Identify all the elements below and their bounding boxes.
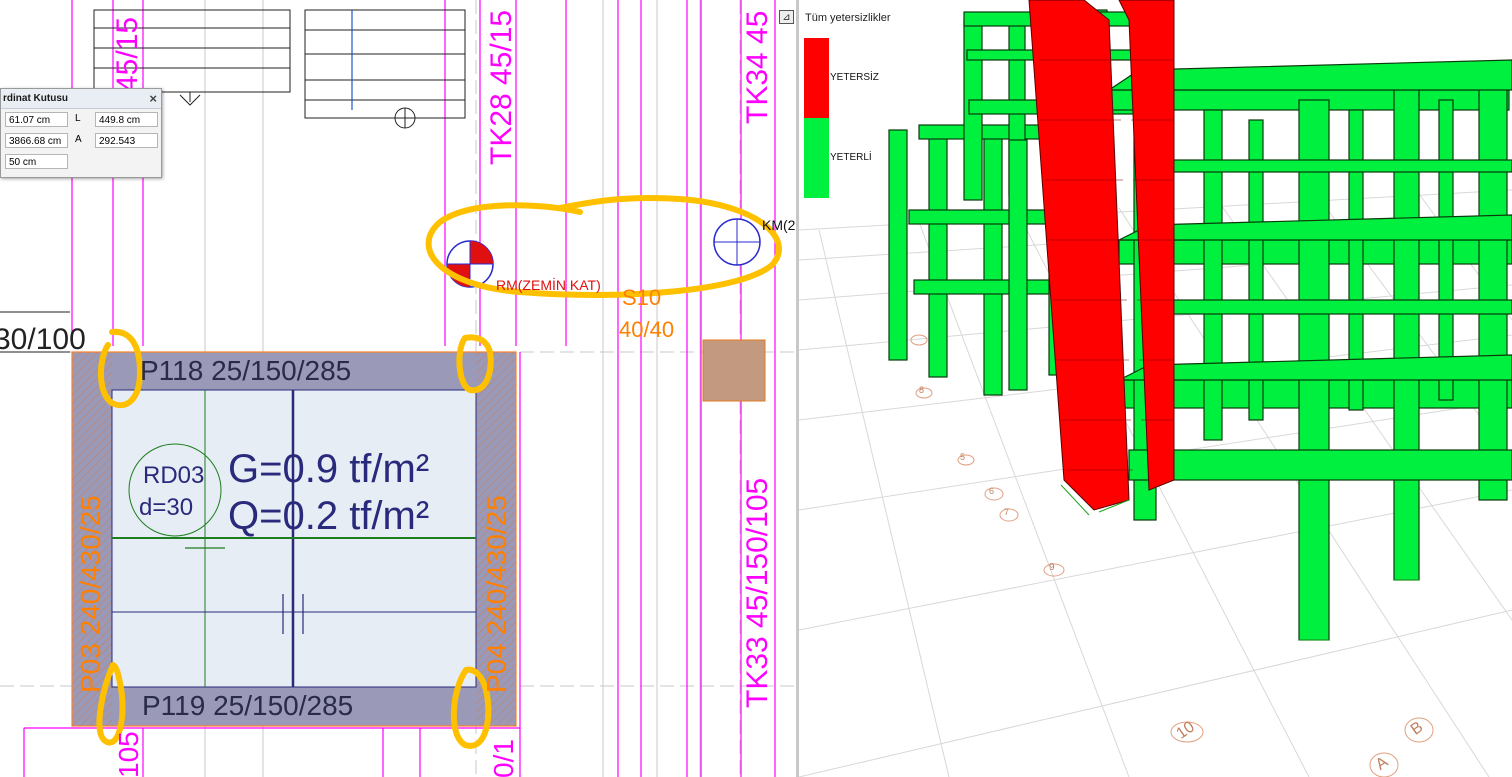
beam-label-top-left: 45/15 <box>111 16 144 92</box>
coord-field-angle[interactable]: 292.543 <box>95 133 158 148</box>
column-s10-name: S10 <box>622 285 662 310</box>
close-icon[interactable]: × <box>149 89 157 108</box>
column-s10-size: 40/40 <box>619 317 675 342</box>
axis-label-7: 7 <box>1004 507 1010 517</box>
legend-label-inadequate: YETERSİZ <box>830 72 879 83</box>
beam-label-p03: P03 240/430/25 <box>75 495 106 693</box>
frame-elements <box>888 9 1512 641</box>
legend-title: Tüm yetersizlikler <box>805 12 891 24</box>
legend-label-adequate: YETERLİ <box>830 152 872 163</box>
failed-columns <box>1028 0 1175 511</box>
beam-label-tk33: TK33 45/150/105 <box>741 477 774 708</box>
coord-field-x[interactable]: 61.07 cm <box>5 112 68 127</box>
load-g-label: G=0.9 tf/m² <box>228 447 430 491</box>
beam-label-tk34: TK34 45 <box>741 10 774 124</box>
coord-label-l: L <box>75 113 81 124</box>
view-toggle-button[interactable]: ⊿ <box>779 10 794 24</box>
axis-label-5: 5 <box>960 452 966 462</box>
coordinate-box-title[interactable]: rdinat Kutusu × <box>1 89 161 109</box>
beam-label-left-top: 30/100 <box>0 323 86 356</box>
axis-label-6: 6 <box>989 486 995 496</box>
coord-field-length[interactable]: 449.8 cm <box>95 112 158 127</box>
plan-view-canvas[interactable]: 45/15 TK28 45/15 TK34 45 TK33 45/150/105… <box>0 0 796 777</box>
model-3d-view[interactable]: Tüm yetersizlikler YETERSİZ YETERLİ 5 6 … <box>799 0 1512 777</box>
legend-swatch-inadequate <box>804 38 829 118</box>
km-label: KM(2 <box>762 217 796 233</box>
beam-label-p118: P118 25/150/285 <box>140 355 352 386</box>
beam-label-bottom-left: 105 <box>113 731 144 777</box>
legend-swatch-adequate <box>804 118 829 198</box>
hole-diameter: d=30 <box>139 494 194 521</box>
coordinate-box-panel[interactable]: rdinat Kutusu × 61.07 cm L 449.8 cm 3866… <box>0 88 162 178</box>
rm-label: RM(ZEMİN KAT) <box>496 277 601 293</box>
supports <box>1060 484 1419 641</box>
axis-label-8: 8 <box>919 385 925 395</box>
km-center-icon <box>713 218 761 266</box>
beam-label-bottom-mid: 0/1 <box>488 739 519 777</box>
section-lines <box>0 9 466 353</box>
axis-label-9: 9 <box>1049 562 1055 573</box>
column-s10 <box>702 339 766 402</box>
beam-label-tk28: TK28 45/15 <box>485 9 518 165</box>
hole-name: RD03 <box>143 462 205 489</box>
beam-label-p119: P119 25/150/285 <box>142 690 354 721</box>
beam-label-p04: P04 240/430/25 <box>481 495 512 693</box>
coord-field-y[interactable]: 3866.68 cm <box>5 133 68 148</box>
coord-label-a: A <box>75 134 82 145</box>
model-3d-drawing[interactable] <box>799 0 1512 777</box>
coord-field-z[interactable]: 50 cm <box>5 154 68 169</box>
load-q-label: Q=0.2 tf/m² <box>228 494 430 538</box>
